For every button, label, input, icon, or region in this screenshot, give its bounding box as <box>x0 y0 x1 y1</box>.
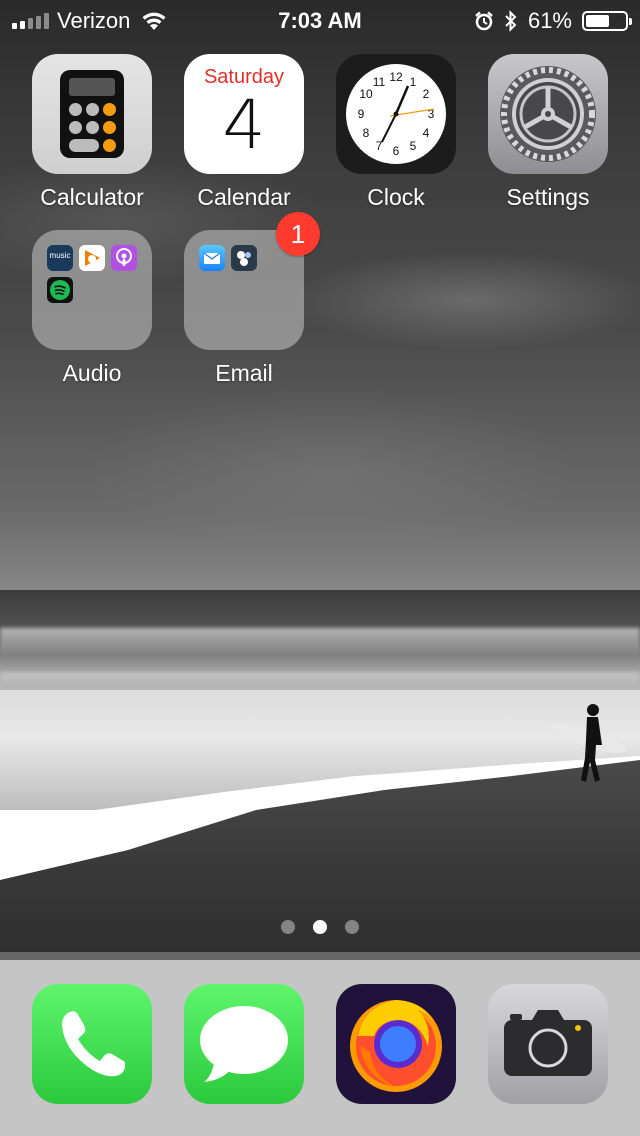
dock-app-phone[interactable] <box>16 952 168 1104</box>
wallpaper-wave <box>0 672 640 690</box>
page-indicator[interactable] <box>0 920 640 934</box>
wallpaper-wave <box>0 628 640 654</box>
dock-app-messages[interactable] <box>168 952 320 1104</box>
battery-icon <box>582 11 632 31</box>
folder-audio[interactable]: music Audio <box>16 230 168 387</box>
wifi-icon <box>142 12 166 30</box>
dock <box>0 952 640 1136</box>
amazon-music-icon: music <box>47 245 73 271</box>
calendar-icon: Saturday 4 <box>184 54 304 174</box>
page-dot[interactable] <box>281 920 295 934</box>
svg-text:5: 5 <box>410 139 417 153</box>
calculator-icon <box>32 54 152 174</box>
app-calendar[interactable]: Saturday 4 Calendar <box>168 54 320 211</box>
signal-bar <box>44 13 49 29</box>
app-settings[interactable]: Settings <box>472 54 624 211</box>
page-dot[interactable] <box>345 920 359 934</box>
svg-text:1: 1 <box>410 75 417 89</box>
unknown-app-icon <box>231 245 257 271</box>
svg-text:4: 4 <box>423 126 430 140</box>
page-dot[interactable] <box>313 920 327 934</box>
phone-icon <box>32 984 152 1104</box>
folder-icon: music <box>32 230 152 350</box>
folder-email[interactable]: 1 Email <box>168 212 320 387</box>
svg-text:8: 8 <box>363 126 370 140</box>
signal-bar <box>28 18 33 29</box>
status-left: Verizon <box>12 8 168 34</box>
app-calculator[interactable]: Calculator <box>16 54 168 211</box>
battery-level <box>586 15 609 27</box>
camera-icon <box>488 984 608 1104</box>
app-label: Calendar <box>197 184 291 210</box>
home-screen: Verizon 7:03 AM 61% Calculator Saturday … <box>0 0 640 1136</box>
firefox-icon <box>336 984 456 1104</box>
signal-bar <box>20 20 25 29</box>
signal-bar <box>36 15 41 29</box>
svg-text:6: 6 <box>393 144 400 158</box>
carrier-name: Verizon <box>57 8 131 33</box>
app-label: Settings <box>506 184 590 210</box>
messages-icon <box>184 984 304 1104</box>
wallpaper-surfer <box>549 704 627 782</box>
cellular-signal-icon <box>12 13 49 29</box>
app-label: Clock <box>367 184 425 210</box>
svg-text:11: 11 <box>373 75 386 89</box>
settings-icon <box>488 54 608 174</box>
battery-percent: 61% <box>527 8 572 33</box>
folder-label: Audio <box>62 360 122 386</box>
bluetooth-icon <box>505 10 517 32</box>
google-play-music-icon <box>79 245 105 271</box>
svg-text:9: 9 <box>358 107 365 121</box>
gear-icon <box>500 66 596 162</box>
signal-bar <box>12 23 17 29</box>
clock-face-svg: 12 12 345 678 91011 <box>358 70 435 158</box>
svg-text:12: 12 <box>389 70 403 84</box>
folder-label: Email <box>215 360 273 386</box>
mail-icon <box>199 245 225 271</box>
status-right: 61% <box>474 8 632 34</box>
calendar-date: 4 <box>222 86 266 165</box>
alarm-clock-icon <box>475 11 493 31</box>
clock-icon: 12 1 2 345 678 9 10 11 <box>336 54 456 174</box>
svg-text:10: 10 <box>359 87 373 101</box>
app-label: Calculator <box>40 184 144 210</box>
dock-app-camera[interactable] <box>472 952 624 1104</box>
app-clock[interactable]: 12 1 2 345 678 9 10 11 Clock <box>320 54 472 211</box>
dock-app-firefox[interactable] <box>320 952 472 1104</box>
spotify-icon <box>47 277 73 303</box>
status-bar: Verizon 7:03 AM 61% <box>0 0 640 40</box>
amazon-music-text: music <box>49 251 71 260</box>
podcasts-icon <box>111 245 137 271</box>
notification-badge: 1 <box>276 212 320 256</box>
svg-text:2: 2 <box>423 87 430 101</box>
